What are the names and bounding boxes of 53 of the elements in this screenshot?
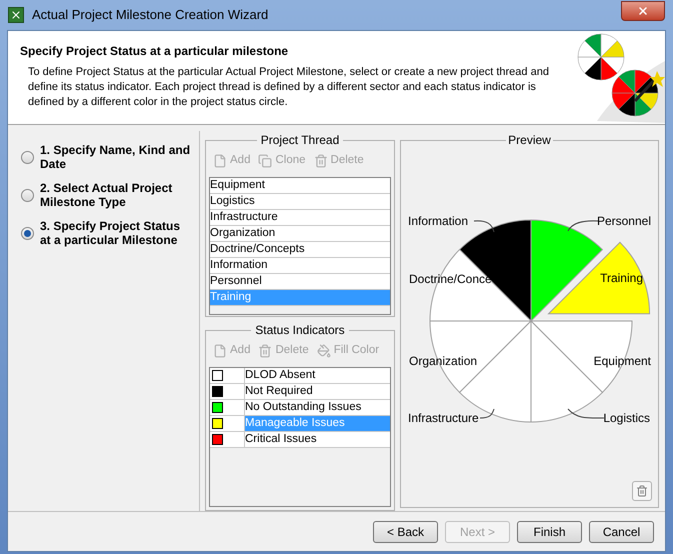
- status-row[interactable]: DLOD Absent: [210, 368, 390, 384]
- sector-label: Personnel: [596, 214, 651, 228]
- document-icon: [213, 154, 227, 168]
- leader-line: [568, 220, 600, 232]
- copy-icon: [258, 154, 272, 168]
- step-label: 1. Specify Name, Kind and Date: [40, 143, 191, 171]
- trash-icon: [314, 154, 328, 168]
- paint-bucket-icon: [316, 344, 331, 358]
- thread-row[interactable]: Personnel: [210, 274, 390, 290]
- panel-title: Preview: [507, 132, 552, 149]
- status-row[interactable]: No Outstanding Issues: [210, 400, 390, 416]
- panel-title: Status Indicators: [254, 322, 346, 339]
- step-label: 2. Select Actual Project Milestone Type: [40, 181, 174, 209]
- sector-label: Information: [408, 214, 468, 228]
- thread-row[interactable]: Equipment: [210, 178, 390, 194]
- trash-icon: [636, 485, 648, 497]
- status-label: DLOD Absent: [245, 368, 316, 383]
- trash-icon: [258, 344, 272, 358]
- radio-button[interactable]: [21, 150, 34, 164]
- dialog-button[interactable]: Finish: [517, 520, 582, 542]
- close-icon: [637, 5, 649, 17]
- dialog-button[interactable]: < Back: [373, 520, 438, 542]
- status-label: Critical Issues: [245, 432, 317, 447]
- header-description: To define Project Status at the particular Actual Project Milestone, select or create a new project thread and define its status indicator. Each project thread is defined by a different sector and each status indicator is defined by a different color in the project status circle.: [27, 65, 550, 110]
- sector-label: Equipment: [594, 354, 651, 368]
- thread-row[interactable]: Logistics: [210, 194, 390, 210]
- panel-title: Project Thread: [260, 132, 340, 149]
- thread-row[interactable]: Doctrine/Concepts: [210, 242, 390, 258]
- thread-row[interactable]: Infrastructure: [210, 210, 390, 226]
- close-button[interactable]: [621, 1, 665, 21]
- dialog-button[interactable]: Cancel: [589, 520, 654, 542]
- status-label: No Outstanding Issues: [245, 400, 362, 415]
- radio-button[interactable]: [21, 188, 34, 202]
- document-icon: [213, 344, 227, 358]
- status-label: Not Required: [245, 384, 313, 399]
- sector-label: Logistics: [603, 411, 650, 425]
- status-row[interactable]: Not Required: [210, 384, 390, 400]
- status-label: Manageable Issues: [245, 416, 345, 431]
- leader-line: [568, 408, 604, 419]
- radio-button[interactable]: [21, 226, 34, 240]
- step-label: 3. Specify Project Status at a particular Milestone: [40, 219, 182, 247]
- delete-button[interactable]: [632, 481, 652, 501]
- leader-line: [474, 220, 494, 232]
- app-icon: [8, 7, 24, 23]
- header-title: Specify Project Status at a particular milestone: [20, 43, 290, 60]
- thread-row[interactable]: Information: [210, 258, 390, 274]
- status-row[interactable]: Critical Issues: [210, 432, 390, 448]
- leader-line: [480, 408, 494, 418]
- thread-row[interactable]: Organization: [210, 226, 390, 242]
- sector-label: Training: [600, 271, 643, 285]
- sector-label: Organization: [409, 354, 478, 368]
- window-title: Actual Project Milestone Creation Wizard: [32, 6, 268, 24]
- sector-label: Infrastructure: [408, 411, 479, 425]
